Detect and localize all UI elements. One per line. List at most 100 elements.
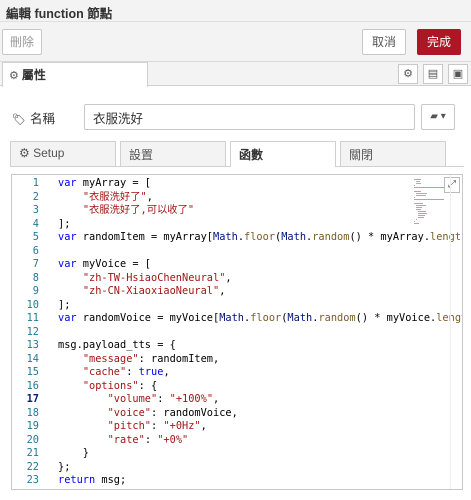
minimap-line: [418, 215, 426, 216]
delete-button[interactable]: 刪除: [2, 29, 42, 55]
code-line[interactable]: 23 return msg;: [12, 474, 462, 488]
minimap-line: [414, 203, 423, 204]
line-number: 12: [26, 325, 39, 338]
code-line[interactable]: 9 "zh-CN-XiaoxiaoNeural",: [12, 285, 462, 299]
line-number: 20: [26, 433, 39, 446]
code-line[interactable]: 2 "衣服洗好了",: [12, 191, 462, 205]
minimap-line: [416, 207, 423, 208]
line-number: 19: [26, 420, 39, 432]
done-button[interactable]: 完成: [417, 29, 461, 55]
code-line[interactable]: 7 var myVoice = [: [12, 258, 462, 272]
code-text: "message": randomItem,: [82, 352, 220, 365]
code-text: ];: [58, 217, 71, 230]
minimap-line: [414, 197, 415, 198]
code-text: "zh-TW-HsiaoChenNeural",: [82, 271, 232, 284]
minimap-line: [414, 221, 415, 222]
tab-function[interactable]: 函數: [230, 141, 336, 167]
tray-tabs: ⚙ 屬性 ⚙ ▤ ▣: [0, 62, 471, 87]
code-line[interactable]: 10];: [12, 299, 462, 313]
tab-setup-label: Setup: [33, 146, 65, 160]
code-line[interactable]: 12: [12, 326, 462, 340]
code-editor[interactable]: 1 var myArray = [2 "衣服洗好了", 3 "衣服洗好了,可以收了"…: [11, 174, 463, 490]
code-line[interactable]: 20 "rate": "+0%": [12, 434, 462, 448]
minimap-line: [414, 187, 444, 188]
line-number: 15: [26, 366, 39, 378]
code-line[interactable]: 19 "pitch": "+0Hz",: [12, 420, 462, 434]
minimap-line: [416, 183, 422, 184]
tag-icon: 🏷: [12, 114, 26, 126]
line-number: 5: [32, 231, 39, 243]
minimap-line: [416, 193, 427, 194]
tab-properties-label: 屬性: [21, 68, 46, 82]
line-number: 13: [26, 339, 39, 351]
code-line[interactable]: 21 }: [12, 447, 462, 461]
tab-close[interactable]: 關閉: [340, 141, 446, 166]
code-line[interactable]: 15 "cache": true,: [12, 366, 462, 380]
name-input[interactable]: [84, 104, 415, 130]
line-number: 18: [26, 406, 39, 419]
code-line[interactable]: 4];: [12, 218, 462, 232]
code-text: var myArray = [: [58, 177, 152, 189]
gear-icon: ⚙: [9, 70, 19, 82]
code-line[interactable]: 14 "message": randomItem,: [12, 353, 462, 367]
code-line[interactable]: 5 var randomItem = myArray[Math.floor(Mat…: [12, 231, 462, 245]
code-line[interactable]: 16 "options": {: [12, 380, 462, 394]
code-line[interactable]: 8 "zh-TW-HsiaoChenNeural",: [12, 272, 462, 286]
minimap[interactable]: [414, 175, 448, 489]
minimap-line: [416, 205, 426, 206]
code-text: var randomVoice = myVoice[Math.floor(Mat…: [58, 312, 462, 324]
code-line[interactable]: 6: [12, 245, 462, 259]
dialog-toolbar: 刪除 取消 完成: [0, 22, 471, 62]
code-text: var randomItem = myArray[Math.floor(Math…: [58, 231, 462, 243]
line-number: 17: [26, 393, 39, 405]
code-text: }: [58, 447, 89, 459]
line-number: 3: [32, 204, 39, 216]
code-line[interactable]: 17 "volume": "+100%",: [12, 393, 462, 407]
line-number: 23: [26, 474, 39, 486]
code-line[interactable]: 13 msg.payload_tts = {: [12, 339, 462, 353]
code-text: msg.payload_tts = {: [58, 339, 176, 351]
line-number: 6: [32, 244, 39, 257]
code-text: "voice": randomVoice,: [107, 406, 238, 419]
settings-gear-icon[interactable]: ⚙: [398, 64, 418, 84]
code-text: };: [58, 460, 71, 473]
code-line[interactable]: 1 var myArray = [: [12, 177, 462, 191]
minimap-line: [416, 195, 427, 196]
minimap-line: [414, 185, 415, 186]
appearance-icon[interactable]: ▣: [448, 64, 468, 84]
code-text: "rate": "+0%": [107, 433, 189, 446]
tab-settings[interactable]: 設置: [120, 141, 226, 166]
dialog-title: 編輯 function 節點: [0, 0, 471, 22]
tab-properties[interactable]: ⚙ 屬性: [2, 62, 148, 87]
line-number: 2: [32, 190, 39, 203]
code-line[interactable]: 3 "衣服洗好了,可以收了": [12, 204, 462, 218]
minimap-line: [414, 199, 444, 200]
gear-icon: ⚙: [19, 146, 34, 160]
code-text: "衣服洗好了,可以收了": [82, 204, 195, 216]
name-label-wrap: 🏷 名稱: [12, 108, 55, 127]
line-number: 16: [26, 379, 39, 392]
line-number: 7: [32, 258, 39, 270]
code-line[interactable]: 11 var randomVoice = myVoice[Math.floor(M…: [12, 312, 462, 326]
code-text: "options": {: [82, 379, 158, 392]
minimap-line: [414, 191, 421, 192]
code-text: "衣服洗好了",: [82, 190, 153, 203]
description-icon[interactable]: ▤: [423, 64, 443, 84]
line-number: 21: [26, 447, 39, 459]
minimap-line: [416, 209, 422, 210]
name-row: 🏷名稱 ▰ ▾: [0, 100, 471, 132]
cancel-button[interactable]: 取消: [362, 29, 406, 55]
tab-setup[interactable]: ⚙ Setup: [10, 141, 116, 166]
code-text: ];: [58, 298, 71, 311]
code-line[interactable]: 22};: [12, 461, 462, 475]
code-text: "pitch": "+0Hz",: [107, 420, 207, 432]
code-text: "cache": true,: [82, 366, 170, 378]
icon-picker-button[interactable]: ▰ ▾: [421, 104, 455, 130]
vertical-scrollbar[interactable]: [450, 175, 462, 489]
minimap-line: [414, 223, 419, 224]
minimap-line: [416, 181, 420, 182]
minimap-line: [418, 213, 428, 214]
line-number: 8: [32, 271, 39, 284]
code-lines[interactable]: 1 var myArray = [2 "衣服洗好了", 3 "衣服洗好了,可以收了"…: [12, 177, 462, 488]
code-line[interactable]: 18 "voice": randomVoice,: [12, 407, 462, 421]
